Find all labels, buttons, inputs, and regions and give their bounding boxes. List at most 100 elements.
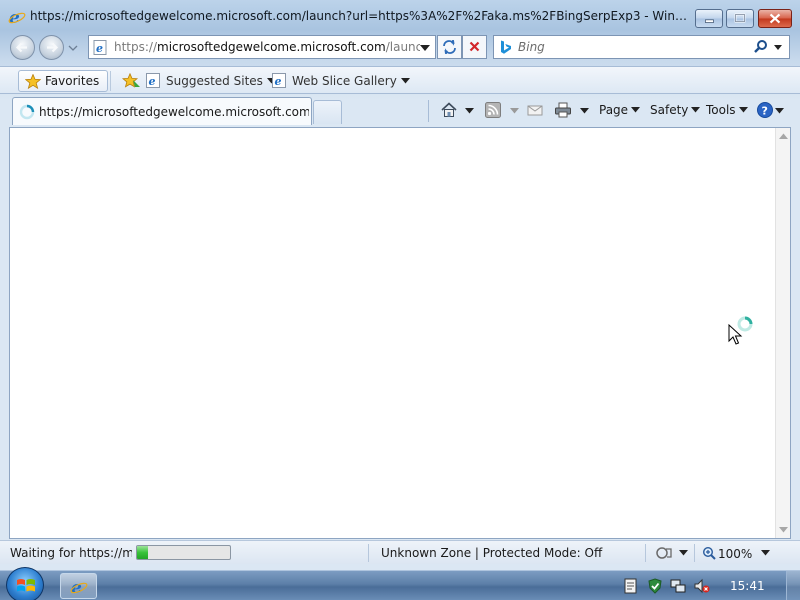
suggested-sites-link[interactable]: e Suggested Sites bbox=[146, 72, 276, 90]
print-chevron-icon[interactable] bbox=[580, 108, 589, 114]
tab-label: https://microsoftedgewelcome.microsoft.c… bbox=[39, 105, 309, 119]
refresh-icon bbox=[443, 40, 456, 54]
minimize-button[interactable] bbox=[695, 9, 723, 28]
tools-menu[interactable]: Tools bbox=[706, 101, 748, 119]
security-zone-text[interactable]: Unknown Zone | Protected Mode: Off bbox=[381, 546, 602, 560]
scroll-down-arrow-icon[interactable] bbox=[779, 527, 788, 533]
favorites-button[interactable]: Favorites bbox=[18, 70, 109, 92]
volume-muted-icon[interactable] bbox=[694, 578, 710, 594]
show-desktop-button[interactable] bbox=[786, 571, 800, 600]
help-icon[interactable]: ? bbox=[756, 101, 774, 119]
page-menu[interactable]: Page bbox=[599, 101, 641, 119]
url-prefix: https:// bbox=[114, 40, 158, 54]
stop-icon bbox=[469, 41, 480, 52]
search-placeholder: Bing bbox=[518, 40, 545, 54]
taskbar-internet-explorer-button[interactable]: e bbox=[60, 573, 97, 599]
feeds-chevron-icon[interactable] bbox=[510, 108, 519, 114]
address-bar[interactable]: e https://microsoftedgewelcome.microsoft… bbox=[88, 35, 436, 59]
ie-page-icon: e bbox=[272, 73, 286, 88]
bing-logo-icon bbox=[501, 40, 511, 54]
network-icon[interactable] bbox=[670, 578, 686, 594]
svg-text:e: e bbox=[149, 75, 156, 88]
command-bar-separator bbox=[428, 100, 429, 122]
loading-progress-fill bbox=[137, 546, 149, 559]
favorites-star-icon bbox=[25, 74, 41, 89]
home-chevron-icon[interactable] bbox=[465, 108, 474, 114]
address-url[interactable]: https://microsoftedgewelcome.microsoft.c… bbox=[114, 40, 420, 54]
feeds-icon[interactable] bbox=[484, 101, 502, 119]
zoom-level[interactable]: 100% bbox=[702, 546, 752, 561]
svg-text:e: e bbox=[96, 42, 103, 55]
svg-text:e: e bbox=[71, 578, 82, 596]
svg-text:e: e bbox=[275, 75, 282, 88]
pop-up-blocker-icon[interactable] bbox=[655, 545, 673, 561]
page-icon: e bbox=[93, 40, 107, 55]
restore-icon bbox=[734, 13, 746, 23]
tab-active[interactable]: https://microsoftedgewelcome.microsoft.c… bbox=[12, 97, 312, 125]
close-button[interactable] bbox=[758, 9, 792, 28]
recent-pages-chevron-icon[interactable] bbox=[68, 44, 78, 52]
favorites-label: Favorites bbox=[45, 74, 100, 88]
help-chevron-icon[interactable] bbox=[775, 108, 784, 114]
page-menu-label: Page bbox=[599, 103, 629, 117]
search-icon[interactable] bbox=[752, 39, 770, 55]
maximize-button[interactable] bbox=[726, 9, 754, 28]
minimize-icon bbox=[705, 19, 714, 23]
search-box[interactable]: Bing bbox=[493, 35, 790, 59]
start-button[interactable] bbox=[6, 567, 44, 600]
url-path: /launch?u bbox=[385, 40, 420, 54]
windows-logo-icon bbox=[17, 579, 35, 592]
read-mail-icon[interactable] bbox=[526, 101, 544, 119]
svg-text:e: e bbox=[9, 8, 20, 26]
scroll-up-arrow-icon[interactable] bbox=[779, 133, 788, 139]
loading-progress-bar bbox=[136, 545, 231, 560]
window-title: https://microsoftedgewelcome.microsoft.c… bbox=[30, 9, 690, 23]
forward-arrow-icon bbox=[47, 42, 59, 53]
search-options-chevron-icon[interactable] bbox=[773, 44, 783, 52]
refresh-button[interactable] bbox=[437, 35, 462, 59]
safety-menu-label: Safety bbox=[650, 103, 689, 117]
tools-menu-label: Tools bbox=[706, 103, 736, 117]
back-button[interactable] bbox=[10, 35, 35, 60]
web-slice-gallery-label: Web Slice Gallery bbox=[292, 74, 397, 88]
system-clock[interactable]: 15:41 bbox=[730, 579, 765, 593]
web-slice-gallery-chevron-icon bbox=[400, 78, 410, 84]
status-text: Waiting for https://mic bbox=[10, 546, 132, 560]
zoom-value: 100% bbox=[718, 547, 753, 561]
tools-chevron-icon bbox=[738, 107, 748, 113]
title-bar[interactable]: e https://microsoftedgewelcome.microsoft… bbox=[0, 0, 800, 32]
status-separator bbox=[368, 544, 369, 562]
page-content[interactable] bbox=[9, 127, 791, 539]
add-to-favorites-bar-icon[interactable] bbox=[121, 73, 141, 90]
status-separator bbox=[694, 544, 695, 562]
tab-row: https://microsoftedgewelcome.microsoft.c… bbox=[0, 95, 800, 126]
address-dropdown-icon[interactable] bbox=[419, 44, 431, 52]
page-chevron-icon bbox=[631, 107, 641, 113]
url-host: microsoftedgewelcome.microsoft.com bbox=[157, 40, 386, 54]
taskbar: e 15:41 bbox=[0, 567, 800, 600]
svg-text:?: ? bbox=[762, 105, 768, 118]
print-icon[interactable] bbox=[554, 101, 572, 119]
favorites-separator bbox=[110, 71, 111, 91]
back-arrow-icon bbox=[15, 42, 27, 53]
stop-button[interactable] bbox=[462, 35, 487, 59]
zoom-chevron-icon[interactable] bbox=[761, 550, 770, 556]
ie-page-icon: e bbox=[146, 73, 160, 88]
loading-spinner-icon bbox=[19, 104, 35, 120]
zone-chevron-icon[interactable] bbox=[679, 550, 688, 556]
security-shield-icon[interactable] bbox=[647, 578, 663, 594]
internet-explorer-icon: e bbox=[8, 8, 26, 26]
status-separator bbox=[645, 544, 646, 562]
zoom-magnifier-icon bbox=[702, 546, 716, 560]
new-tab-button[interactable] bbox=[313, 100, 342, 124]
vertical-scrollbar[interactable] bbox=[775, 128, 790, 538]
safety-menu[interactable]: Safety bbox=[650, 101, 701, 119]
web-slice-gallery-link[interactable]: e Web Slice Gallery bbox=[272, 72, 410, 90]
home-icon[interactable] bbox=[440, 101, 458, 119]
internet-explorer-icon: e bbox=[70, 578, 88, 596]
busy-cursor-icon bbox=[728, 316, 753, 345]
forward-button[interactable] bbox=[39, 35, 64, 60]
action-center-icon[interactable] bbox=[623, 578, 639, 594]
navigation-bar: e https://microsoftedgewelcome.microsoft… bbox=[0, 32, 800, 62]
safety-chevron-icon bbox=[691, 107, 701, 113]
